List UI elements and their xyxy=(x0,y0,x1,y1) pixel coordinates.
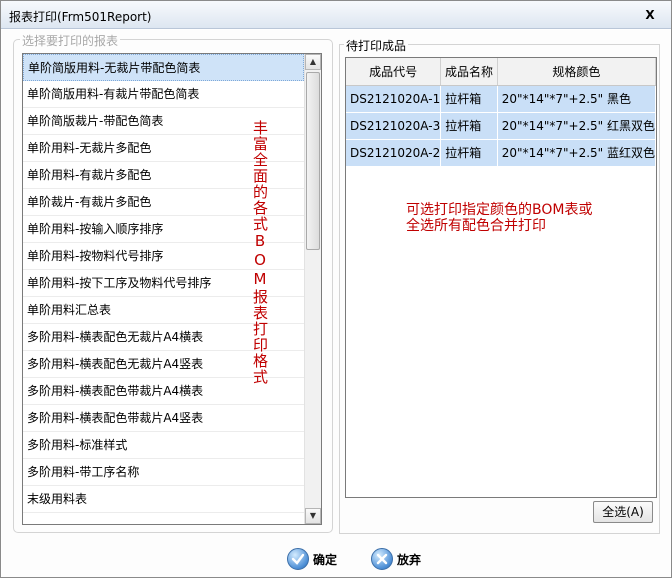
cell-spec: 20"*14"*7"+2.5" 红黑双色 xyxy=(497,112,656,140)
check-icon xyxy=(287,548,309,570)
column-header-code[interactable]: 成品代号 xyxy=(346,58,442,86)
report-print-dialog: 报表打印(Frm501Report) X 选择要打印的报表 单阶简版用料-无裁片… xyxy=(0,0,672,578)
pending-products-group: 待打印成品 成品代号 成品名称 规格颜色 DS2121020A-1 拉杆箱 20… xyxy=(339,37,660,534)
annotation-line-1: 可选打印指定颜色的BOM表或 xyxy=(406,202,593,218)
report-listbox[interactable]: 单阶简版用料-无裁片带配色简表 单阶简版用料-有裁片带配色简表 单阶简版裁片-带配色… xyxy=(22,53,322,525)
list-item[interactable]: 多阶用料-带工序名称 xyxy=(23,459,304,486)
scrollbar-thumb[interactable] xyxy=(306,72,320,250)
arrow-up-icon[interactable]: ▲ xyxy=(305,54,321,70)
close-button[interactable]: X xyxy=(643,7,657,23)
list-item[interactable]: 末级用料表 xyxy=(23,486,304,513)
column-header-name[interactable]: 成品名称 xyxy=(440,58,498,86)
cell-code: DS2121020A-3 xyxy=(346,112,442,140)
cell-name: 拉杆箱 xyxy=(440,139,498,167)
list-item[interactable]: 多阶用料-横表配色带裁片A4竖表 xyxy=(23,405,304,432)
cell-spec: 20"*14"*7"+2.5" 蓝红双色 xyxy=(497,139,656,167)
cell-spec: 20"*14"*7"+2.5" 黑色 xyxy=(497,85,656,113)
table-row[interactable]: DS2121020A-2 拉杆箱 20"*14"*7"+2.5" 蓝红双色 xyxy=(346,139,656,167)
report-selection-group: 选择要打印的报表 单阶简版用料-无裁片带配色简表 单阶简版用料-有裁片带配色简表单… xyxy=(13,32,333,533)
select-all-button[interactable]: 全选(A) xyxy=(593,501,653,523)
products-group-legend: 待打印成品 xyxy=(344,37,409,54)
table-header-row: 成品代号 成品名称 规格颜色 xyxy=(346,58,656,86)
color-selection-annotation: 可选打印指定颜色的BOM表或 全选所有配色合并打印 xyxy=(406,202,592,234)
list-scrollbar[interactable]: ▲ ▼ xyxy=(304,54,321,524)
cancel-x-icon xyxy=(371,548,393,570)
cancel-button[interactable]: 放弃 xyxy=(371,546,421,572)
list-item[interactable]: 单阶简版用料-无裁片带配色简表 xyxy=(23,54,304,81)
cancel-label: 放弃 xyxy=(397,552,422,567)
table-row[interactable]: DS2121020A-1 拉杆箱 20"*14"*7"+2.5" 黑色 xyxy=(346,85,656,113)
list-item[interactable]: 多阶用料-标准样式 xyxy=(23,432,304,459)
bom-formats-annotation: 丰富全面的各式BOM报表打印格式 xyxy=(251,120,269,385)
title-bar: 报表打印(Frm501Report) X xyxy=(1,1,671,29)
products-grid: 成品代号 成品名称 规格颜色 DS2121020A-1 拉杆箱 20"*14"*… xyxy=(345,57,657,498)
table-row[interactable]: DS2121020A-3 拉杆箱 20"*14"*7"+2.5" 红黑双色 xyxy=(346,112,656,140)
list-item[interactable]: 单阶简版用料-有裁片带配色简表 xyxy=(23,81,304,108)
report-group-legend: 选择要打印的报表 xyxy=(20,32,121,49)
column-header-spec[interactable]: 规格颜色 xyxy=(497,58,656,86)
cell-name: 拉杆箱 xyxy=(440,85,498,113)
products-table: 成品代号 成品名称 规格颜色 DS2121020A-1 拉杆箱 20"*14"*… xyxy=(346,58,656,167)
ok-label: 确定 xyxy=(313,552,338,567)
ok-button[interactable]: 确定 xyxy=(287,546,337,572)
cell-code: DS2121020A-2 xyxy=(346,139,442,167)
dialog-content: 选择要打印的报表 单阶简版用料-无裁片带配色简表 单阶简版用料-有裁片带配色简表单… xyxy=(2,30,670,577)
annotation-line-2: 全选所有配色合并打印 xyxy=(406,218,546,234)
window-title: 报表打印(Frm501Report) xyxy=(9,10,152,24)
cell-name: 拉杆箱 xyxy=(440,112,498,140)
cell-code: DS2121020A-1 xyxy=(346,85,442,113)
arrow-down-icon[interactable]: ▼ xyxy=(305,508,321,524)
